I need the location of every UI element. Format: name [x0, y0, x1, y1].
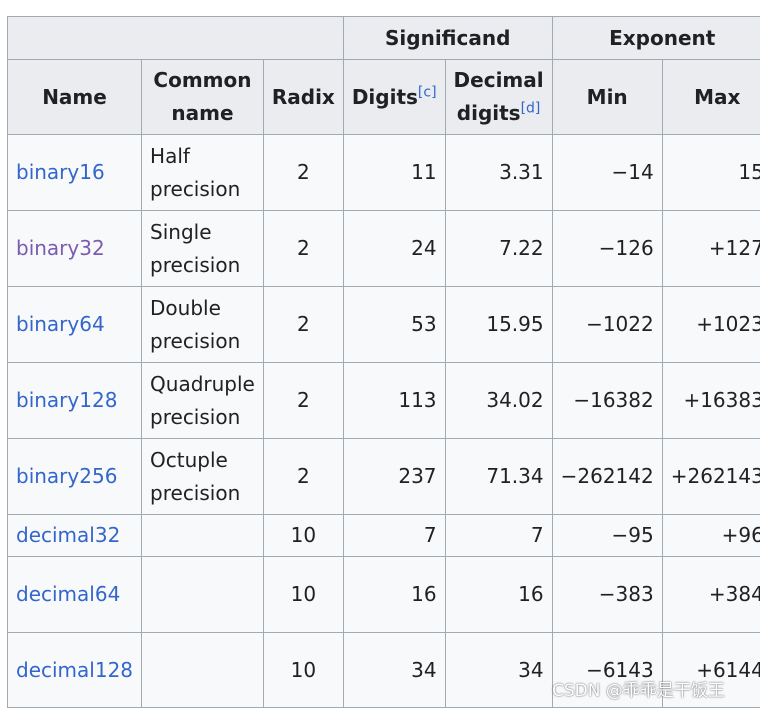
decimal-digits-cell: 7	[444, 514, 553, 557]
decimal-digits-cell: 15.95	[444, 286, 553, 363]
name-cell: binary256	[6, 438, 143, 515]
table-row: binary16 Half precision 2 11 3.31 −14 15	[6, 134, 760, 211]
emax-cell: +16383	[661, 362, 760, 439]
radix-cell: 10	[262, 514, 344, 557]
digits-cell: 34	[342, 632, 446, 708]
table-row: binary32 Single precision 2 24 7.22 −126…	[6, 210, 760, 287]
emax-cell: +262143	[661, 438, 760, 515]
header-decimal-digits: Decimal digits[d]	[444, 59, 553, 135]
table-row: binary128 Quadruple precision 2 113 34.0…	[6, 362, 760, 439]
format-link-binary256[interactable]: binary256	[16, 464, 117, 488]
header-exponent: Exponent	[551, 16, 760, 60]
emin-cell: −95	[551, 514, 663, 557]
common-name-cell	[141, 556, 264, 633]
name-cell: binary128	[6, 362, 143, 439]
digits-cell: 24	[342, 210, 446, 287]
header-common-name: Common name	[141, 59, 264, 135]
footnote-c-link[interactable]: [c]	[418, 84, 437, 100]
format-link-binary64[interactable]: binary64	[16, 312, 105, 336]
radix-cell: 2	[262, 362, 344, 439]
table-row: binary256 Octuple precision 2 237 71.34 …	[6, 438, 760, 515]
emin-cell: −262142	[551, 438, 663, 515]
table-row: decimal64 10 16 16 −383 +384	[6, 556, 760, 633]
header-significand: Significand	[342, 16, 553, 60]
emin-cell: −1022	[551, 286, 663, 363]
header-group-row: Significand Exponent	[7, 16, 760, 60]
emin-cell: −14	[551, 134, 663, 211]
header-decimal-digits-label: Decimal digits	[453, 68, 544, 125]
format-link-decimal128[interactable]: decimal128	[16, 658, 133, 682]
digits-cell: 11	[342, 134, 446, 211]
name-cell: binary32	[6, 210, 143, 287]
decimal-digits-cell: 34.02	[444, 362, 553, 439]
radix-cell: 2	[262, 438, 344, 515]
common-name-cell	[141, 514, 264, 557]
common-name-cell: Octuple precision	[141, 438, 264, 515]
emax-cell: 15	[661, 134, 760, 211]
decimal-digits-cell: 16	[444, 556, 553, 633]
header-radix: Radix	[262, 59, 344, 135]
common-name-cell	[141, 632, 264, 708]
header-column-row: Name Common name Radix Digits[c] Decimal…	[6, 59, 760, 135]
header-min: Min	[551, 59, 663, 135]
emax-cell: +127	[661, 210, 760, 287]
emax-cell: +384	[661, 556, 760, 633]
digits-cell: 113	[342, 362, 446, 439]
radix-cell: 2	[262, 134, 344, 211]
name-cell: binary64	[6, 286, 143, 363]
format-link-binary16[interactable]: binary16	[16, 160, 105, 184]
format-link-decimal64[interactable]: decimal64	[16, 582, 120, 606]
common-name-cell: Quadruple precision	[141, 362, 264, 439]
format-link-decimal32[interactable]: decimal32	[16, 523, 120, 547]
radix-cell: 10	[262, 556, 344, 633]
emax-cell: +1023	[661, 286, 760, 363]
csdn-watermark: CSDN @乖乖是干饭王	[552, 681, 725, 701]
digits-cell: 53	[342, 286, 446, 363]
common-name-cell: Single precision	[141, 210, 264, 287]
table-row: binary64 Double precision 2 53 15.95 −10…	[6, 286, 760, 363]
header-digits-label: Digits	[351, 84, 418, 109]
table-row: decimal32 10 7 7 −95 +96	[6, 514, 760, 557]
header-digits: Digits[c]	[342, 59, 446, 135]
format-link-binary128[interactable]: binary128	[16, 388, 117, 412]
digits-cell: 16	[342, 556, 446, 633]
radix-cell: 10	[262, 632, 344, 708]
decimal-digits-cell: 3.31	[444, 134, 553, 211]
header-empty-cell	[7, 16, 344, 60]
format-link-binary32[interactable]: binary32	[16, 236, 105, 260]
header-max: Max	[661, 59, 760, 135]
decimal-digits-cell: 34	[444, 632, 553, 708]
digits-cell: 7	[342, 514, 446, 557]
decimal-digits-cell: 71.34	[444, 438, 553, 515]
common-name-cell: Double precision	[141, 286, 264, 363]
name-cell: binary16	[6, 134, 143, 211]
emin-cell: −383	[551, 556, 663, 633]
digits-cell: 237	[342, 438, 446, 515]
radix-cell: 2	[262, 286, 344, 363]
floating-point-formats-table: Significand Exponent Name Common name Ra…	[6, 16, 760, 708]
name-cell: decimal32	[6, 514, 143, 557]
radix-cell: 2	[262, 210, 344, 287]
header-name: Name	[6, 59, 143, 135]
emax-cell: +96	[661, 514, 760, 557]
decimal-digits-cell: 7.22	[444, 210, 553, 287]
emin-cell: −16382	[551, 362, 663, 439]
name-cell: decimal64	[6, 556, 143, 633]
footnote-d-link[interactable]: [d]	[521, 100, 541, 116]
name-cell: decimal128	[6, 632, 143, 708]
common-name-cell: Half precision	[141, 134, 264, 211]
emin-cell: −126	[551, 210, 663, 287]
